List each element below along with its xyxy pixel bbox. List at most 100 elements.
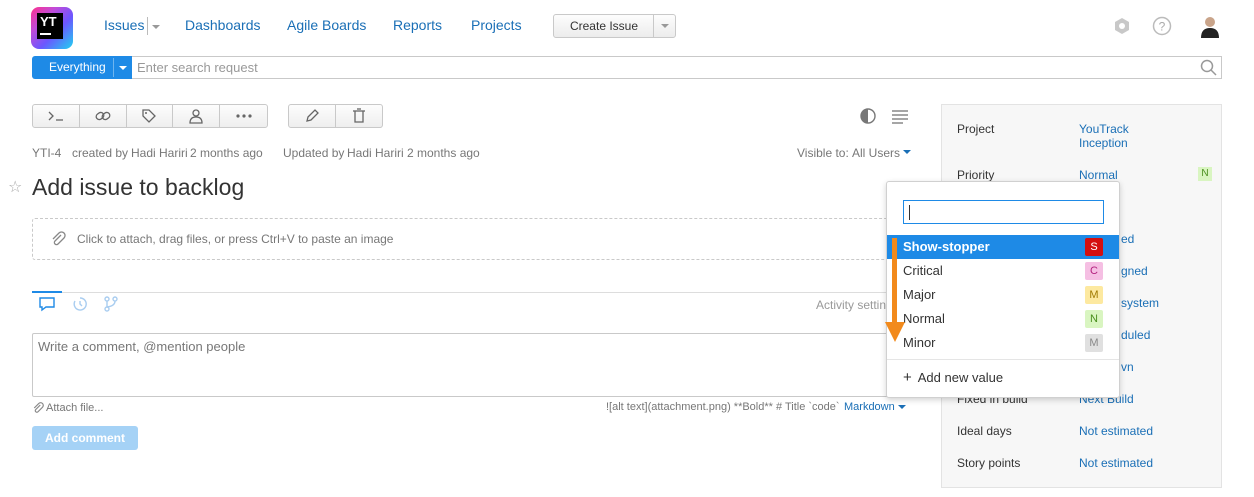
tag-button[interactable] — [127, 105, 174, 127]
search-icon[interactable] — [1200, 59, 1218, 77]
gear-icon[interactable] — [1113, 17, 1131, 35]
updated-prefix: Updated by — [283, 146, 345, 160]
priority-option-show-stopper[interactable]: Show-stopper S — [887, 235, 1119, 259]
more-dots-icon — [235, 114, 252, 118]
active-tab-indicator — [32, 291, 62, 293]
field-value-project[interactable]: YouTrack Inception — [1079, 122, 1169, 150]
edit-button[interactable] — [289, 105, 336, 127]
field-value-ideal-days[interactable]: Not estimated — [1079, 424, 1153, 438]
created-prefix: created by — [72, 146, 129, 160]
nav-issues[interactable]: Issues — [104, 17, 144, 33]
field-label-project: Project — [957, 122, 995, 136]
option-label: Show-stopper — [903, 239, 990, 254]
nav-agile-boards[interactable]: Agile Boards — [287, 17, 366, 33]
field-label-priority: Priority — [957, 168, 995, 182]
add-new-value-label: Add new value — [917, 370, 1004, 385]
priority-filter-input[interactable] — [903, 200, 1104, 224]
user-icon — [189, 109, 203, 124]
nav-reports[interactable]: Reports — [393, 17, 442, 33]
add-comment-button[interactable]: Add comment — [32, 426, 138, 450]
issue-id[interactable]: YTI-4 — [32, 146, 61, 160]
create-issue-label: Create Issue — [569, 19, 639, 33]
field-value-subsystem[interactable]: system — [1121, 296, 1159, 310]
delete-button[interactable] — [336, 105, 383, 127]
option-badge: S — [1085, 238, 1103, 256]
svg-text:?: ? — [1159, 20, 1166, 34]
list-icon[interactable] — [891, 108, 909, 124]
avatar[interactable] — [1198, 14, 1222, 38]
vcs-tab-icon[interactable] — [103, 296, 119, 312]
issue-toolbar — [32, 104, 268, 128]
attach-paperclip-icon — [33, 402, 44, 413]
option-badge: N — [1085, 310, 1103, 328]
search-placeholder: Enter search request — [137, 60, 258, 75]
activity-tab-divider — [32, 292, 912, 293]
trash-icon — [352, 108, 365, 123]
watchers-button[interactable] — [173, 105, 221, 127]
down-arrow-icon — [885, 238, 905, 342]
tag-icon — [142, 109, 157, 123]
markdown-chevron-down-icon[interactable] — [898, 405, 906, 409]
search-input[interactable]: Enter search request — [132, 56, 1222, 79]
command-button[interactable] — [33, 105, 80, 127]
dropdown-divider — [887, 359, 1119, 360]
field-value-state[interactable]: ed — [1121, 232, 1134, 246]
updated-when: 2 months ago — [407, 146, 480, 160]
pencil-icon — [305, 109, 319, 122]
activity-settings-link[interactable]: Activity settin — [816, 298, 886, 312]
priority-option-minor[interactable]: Minor M — [887, 331, 1119, 355]
nav-projects[interactable]: Projects — [471, 17, 522, 33]
markdown-hint: ![alt text](attachment.png) **Bold** # T… — [606, 401, 840, 413]
paperclip-icon — [52, 231, 66, 246]
visible-to-link[interactable]: All Users — [852, 146, 900, 160]
field-value-priority[interactable]: Normal — [1079, 168, 1118, 182]
field-value-story-points[interactable]: Not estimated — [1079, 456, 1153, 470]
help-icon[interactable]: ? — [1152, 16, 1172, 36]
visibility-chevron-down-icon[interactable] — [903, 150, 911, 154]
comments-tab-icon[interactable] — [38, 296, 56, 312]
nav-separator — [147, 17, 148, 35]
updated-by-link[interactable]: Hadi Hariri — [347, 146, 404, 160]
youtrack-logo[interactable]: YT — [31, 7, 73, 49]
comment-placeholder: Write a comment, @mention people — [38, 339, 246, 354]
option-badge: M — [1085, 334, 1103, 352]
nav-dashboards[interactable]: Dashboards — [185, 17, 261, 33]
attachment-dropzone[interactable]: Click to attach, drag files, or press Ct… — [32, 218, 912, 260]
link-icon — [95, 111, 111, 121]
star-icon[interactable]: ☆ — [8, 177, 22, 197]
edit-toolbar — [288, 104, 383, 128]
history-tab-icon[interactable] — [72, 296, 88, 312]
field-value-assignee[interactable]: gned — [1121, 264, 1148, 278]
search-scope-button[interactable]: Everything — [32, 56, 132, 79]
option-label: Critical — [903, 263, 943, 278]
terminal-icon — [48, 111, 63, 121]
created-by-link[interactable]: Hadi Hariri — [131, 146, 188, 160]
option-badge: C — [1085, 262, 1103, 280]
attach-file-link[interactable]: Attach file... — [46, 402, 103, 414]
attach-hint: Click to attach, drag files, or press Ct… — [77, 232, 394, 246]
link-button[interactable] — [80, 105, 127, 127]
issue-title[interactable]: Add issue to backlog — [32, 174, 244, 201]
create-issue-chevron-down-icon[interactable] — [661, 24, 669, 28]
priority-dropdown: Show-stopper S Critical C Major M Normal… — [886, 181, 1120, 398]
plus-icon: + — [903, 369, 912, 386]
scope-chevron-down-icon[interactable] — [119, 66, 127, 70]
add-new-value-button[interactable]: + Add new value — [903, 369, 1003, 386]
create-issue-button[interactable]: Create Issue — [553, 14, 676, 38]
more-button[interactable] — [220, 105, 267, 127]
markdown-toggle[interactable]: Markdown — [844, 401, 895, 413]
comment-input[interactable]: Write a comment, @mention people — [32, 333, 912, 397]
contrast-icon[interactable] — [860, 108, 876, 124]
created-when: 2 months ago — [190, 146, 263, 160]
priority-option-critical[interactable]: Critical C — [887, 259, 1119, 283]
priority-option-normal[interactable]: Normal N — [887, 307, 1119, 331]
option-label: Major — [903, 287, 936, 302]
option-badge: M — [1085, 286, 1103, 304]
priority-option-major[interactable]: Major M — [887, 283, 1119, 307]
option-label: Normal — [903, 311, 945, 326]
issues-chevron-down-icon[interactable] — [152, 25, 160, 29]
field-label-story-points: Story points — [957, 456, 1021, 470]
field-value-fix-versions[interactable]: duled — [1121, 328, 1150, 342]
option-label: Minor — [903, 335, 936, 350]
field-value-affected[interactable]: vn — [1121, 360, 1134, 374]
